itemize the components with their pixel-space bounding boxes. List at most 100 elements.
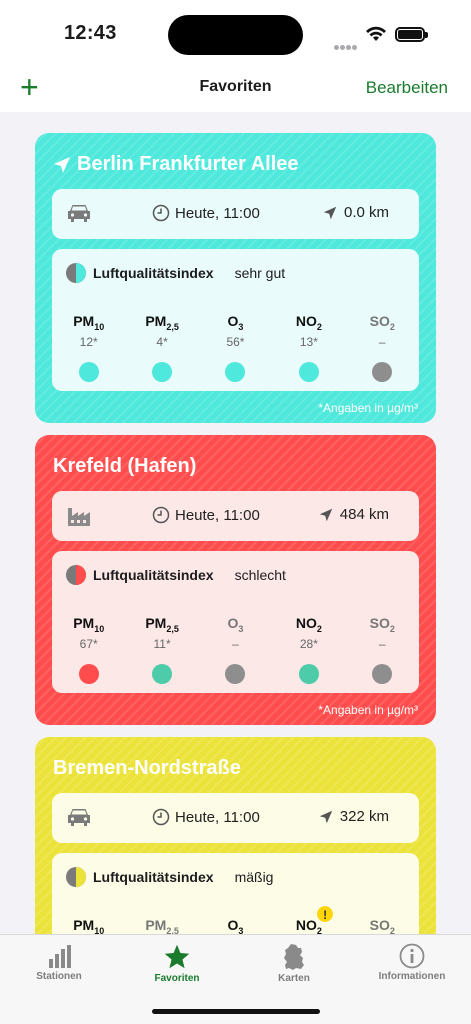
pollutant-name: PM2,5 [145, 615, 179, 634]
air-quality-header: Luftqualitätsindex sehr gut [66, 263, 285, 283]
air-quality-label: Luftqualitätsindex [93, 265, 214, 281]
pollutant-o3[interactable]: O3 56* [199, 313, 272, 382]
bar-chart-icon [49, 945, 71, 968]
pollutant-pm10[interactable]: PM10 12* [52, 313, 125, 382]
clock-icon [152, 204, 170, 222]
edit-button[interactable]: Bearbeiten [366, 78, 448, 98]
air-quality-panel: Luftqualitätsindex mäßig PM10 PM2,5 O3 NO2!… [52, 853, 419, 934]
pollutant-value: 56* [226, 335, 245, 349]
status-bar: 12:43 [0, 0, 471, 66]
pollutant-no2[interactable]: NO2! [272, 905, 345, 934]
location-arrow-icon [54, 156, 70, 173]
tab-karten[interactable]: Karten [249, 943, 339, 984]
air-quality-pie-icon [66, 867, 86, 887]
tab-favoriten[interactable]: Favoriten [132, 943, 222, 984]
pollutant-name: NO2 [295, 917, 322, 934]
station-title: Bremen-Nordstraße [53, 757, 241, 780]
pollutant-name: PM10 [73, 313, 105, 332]
pollutant-name: O3 [227, 615, 244, 634]
station-info-panel: Heute, 11:00 484 km [52, 491, 419, 541]
pollutant-value: 12* [79, 335, 98, 349]
pollutant-row: PM10 12* PM2,5 4* O3 56* NO2 13* SO2– [52, 313, 419, 382]
air-quality-header: Luftqualitätsindex schlecht [66, 565, 286, 585]
pollutant-pm25[interactable]: PM2,5 11* [125, 615, 198, 684]
wifi-icon [366, 26, 386, 41]
pollutant-pm10[interactable]: PM10 67* [52, 615, 125, 684]
signal-dots-icon [334, 37, 360, 50]
pollutant-value: 67* [79, 637, 98, 651]
air-quality-panel: Luftqualitätsindex schlecht PM10 67* PM2,5… [52, 551, 419, 693]
car-icon [68, 205, 90, 222]
pollutant-name: SO2 [369, 615, 395, 634]
home-indicator [152, 1009, 320, 1014]
tab-stationen[interactable]: Stationen [14, 943, 104, 982]
air-quality-header: Luftqualitätsindex mäßig [66, 867, 273, 887]
pollutant-value: 13* [299, 335, 318, 349]
factory-icon [68, 508, 90, 526]
air-quality-label: Luftqualitätsindex [93, 567, 214, 583]
pollutant-no2[interactable]: NO2 28* [272, 615, 345, 684]
station-name: Bremen-Nordstraße [53, 757, 241, 779]
battery-icon [395, 27, 428, 42]
info-icon [399, 943, 425, 969]
station-info-panel: Heute, 11:00 322 km [52, 793, 419, 843]
pollutant-name: SO2 [369, 313, 395, 332]
pollutant-name: PM2,5 [145, 313, 179, 332]
germany-map-icon [284, 944, 304, 970]
station-card[interactable]: Berlin Frankfurter Allee Heute, 11:00 0.… [35, 133, 436, 423]
favorites-list[interactable]: Berlin Frankfurter Allee Heute, 11:00 0.… [0, 112, 471, 934]
pollutant-status-dot [372, 664, 393, 684]
pollutant-status-dot [78, 362, 99, 382]
pollutant-status-dot [225, 362, 246, 382]
pollutant-pm25[interactable]: PM2,5 4* [125, 313, 198, 382]
pollutant-value: – [378, 637, 386, 651]
pollutant-value: 28* [299, 637, 318, 651]
navigation-bar: + Favoriten Bearbeiten [0, 66, 471, 112]
pollutant-status-dot [225, 664, 246, 684]
pollutant-status-dot [298, 362, 319, 382]
star-icon [164, 944, 190, 969]
units-note: *Angaben in µg/m³ [318, 401, 418, 415]
pollutant-pm25[interactable]: PM2,5 [125, 917, 198, 934]
pollutant-value: – [232, 637, 239, 651]
air-quality-pie-icon [66, 565, 86, 585]
station-title: Krefeld (Hafen) [53, 455, 196, 478]
pollutant-status-dot [152, 362, 173, 382]
pollutant-so2[interactable]: SO2 – [346, 615, 419, 684]
station-name: Berlin Frankfurter Allee [77, 153, 299, 175]
pollutant-row: PM10 PM2,5 O3 NO2! SO2 [52, 905, 419, 934]
pollutant-o3[interactable]: O3 [199, 917, 272, 934]
location-arrow-icon [319, 508, 333, 521]
pollutant-pm10[interactable]: PM10 [52, 917, 125, 934]
pollutant-status-dot [298, 664, 319, 684]
air-quality-value: schlecht [234, 567, 286, 583]
dynamic-island [168, 15, 303, 55]
air-quality-value: mäßig [234, 869, 274, 885]
station-name: Krefeld (Hafen) [53, 455, 197, 477]
pollutant-row: PM10 67* PM2,5 11* O3 – NO2 28* SO2 – [52, 615, 419, 684]
pollutant-so2[interactable]: SO2 [346, 917, 419, 934]
pollutant-name: PM10 [73, 615, 105, 634]
car-icon [68, 809, 90, 826]
pollutant-name: SO2 [369, 917, 395, 934]
tab-informationen[interactable]: Informationen [367, 943, 457, 982]
location-arrow-icon [323, 206, 337, 219]
air-quality-pie-icon [66, 263, 86, 283]
pollutant-name: PM2,5 [145, 917, 179, 934]
air-quality-panel: Luftqualitätsindex sehr gut PM10 12* PM2,5… [52, 249, 419, 391]
station-info-panel: Heute, 11:00 0.0 km [52, 189, 419, 239]
location-arrow-icon [319, 810, 333, 823]
pollutant-name: NO2 [295, 313, 322, 332]
pollutant-o3[interactable]: O3 – [199, 615, 272, 684]
pollutant-value: – [378, 335, 386, 349]
pollutant-status-dot [372, 362, 393, 382]
measurement-time: Heute, 11:00 [152, 506, 260, 524]
station-card[interactable]: Bremen-Nordstraße Heute, 11:00 322 km Lu… [35, 737, 436, 934]
pollutant-no2[interactable]: NO2 13* [272, 313, 345, 382]
pollutant-name: PM10 [73, 917, 105, 934]
station-distance: 0.0 km [323, 204, 389, 221]
pollutant-so2[interactable]: SO2 – [346, 313, 419, 382]
station-card[interactable]: Krefeld (Hafen) Heute, 11:00 484 km Luft… [35, 435, 436, 725]
units-note: *Angaben in µg/m³ [318, 703, 418, 717]
pollutant-name: O3 [227, 313, 244, 332]
